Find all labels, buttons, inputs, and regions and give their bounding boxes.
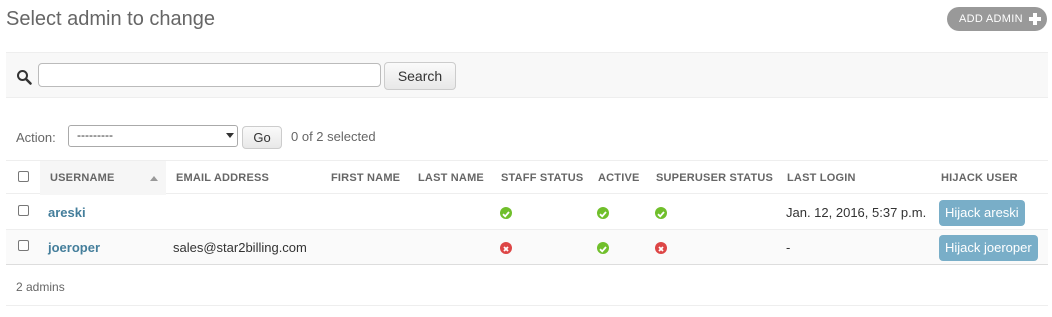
row-checkbox[interactable] [18,240,29,251]
search-button[interactable]: Search [384,62,456,90]
page-title: Select admin to change [6,8,216,30]
hijack-user-button[interactable]: Hijack joeroper [939,235,1038,261]
check-circle-icon [597,207,609,219]
chevron-down-icon [226,133,234,138]
x-circle-icon [655,242,667,254]
column-header-username[interactable]: USERNAME [40,161,166,195]
plus-icon [1029,13,1041,25]
hijack-user-button[interactable]: Hijack areski [939,200,1025,226]
last-login-cell: Jan. 12, 2016, 5:37 p.m. [786,205,927,220]
add-admin-label: ADD ADMIN [959,13,1023,25]
column-header-first-name[interactable]: FIRST NAME [331,161,400,195]
check-circle-icon [597,242,609,254]
column-header-last-name[interactable]: LAST NAME [418,161,484,195]
action-select[interactable]: --------- [68,125,238,147]
check-circle-icon [655,207,667,219]
column-header-active[interactable]: ACTIVE [598,161,640,195]
email-cell: sales@star2billing.com [173,240,307,255]
username-link[interactable]: areski [48,195,86,230]
column-header-hijack-user[interactable]: HIJACK USER [941,161,1018,195]
sort-ascending-icon[interactable] [150,176,158,181]
table-header: USERNAME EMAIL ADDRESS FIRST NAME LAST N… [6,160,1048,195]
result-count: 2 admins [16,280,65,294]
table-row: joeroper sales@star2billing.com - Hijack… [6,230,1048,265]
column-header-email[interactable]: EMAIL ADDRESS [176,161,269,195]
column-header-last-login[interactable]: LAST LOGIN [787,161,856,195]
x-circle-icon [500,242,512,254]
go-button[interactable]: Go [242,126,282,149]
action-label: Action: [16,130,56,145]
action-select-value: --------- [77,128,113,142]
column-label: USERNAME [50,172,115,184]
check-circle-icon [500,207,512,219]
paginator [6,264,1048,306]
search-input[interactable] [38,63,381,87]
last-login-cell: - [786,240,791,255]
select-all-checkbox[interactable] [18,171,29,182]
column-header-superuser-status[interactable]: SUPERUSER STATUS [656,161,773,195]
selection-counter: 0 of 2 selected [291,129,376,144]
row-checkbox[interactable] [18,205,29,216]
username-link[interactable]: joeroper [48,230,100,265]
search-bar: Search [6,52,1048,98]
add-admin-button[interactable]: ADD ADMIN [947,7,1047,31]
column-header-staff-status[interactable]: STAFF STATUS [501,161,583,195]
table-row: areski Jan. 12, 2016, 5:37 p.m. Hijack a… [6,195,1048,230]
search-icon [17,70,32,85]
